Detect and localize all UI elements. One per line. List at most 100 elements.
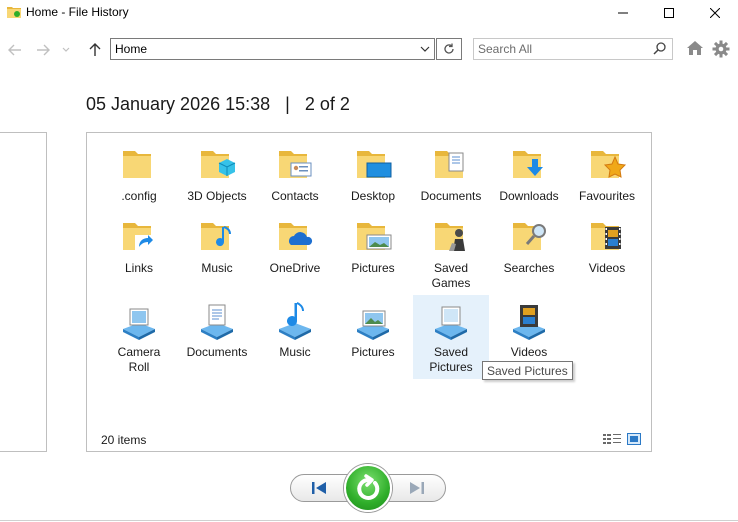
details-view-icon[interactable] <box>603 433 621 445</box>
snapshot-content-panel: .config 3D Objects Contacts Desktop Document… <box>86 132 652 452</box>
grid-item-label: Desktop <box>335 189 411 204</box>
up-button[interactable] <box>86 40 104 60</box>
grid-item-label: Links <box>101 261 177 276</box>
grid-item-label: Videos <box>569 261 645 276</box>
desktop-folder-icon <box>353 143 393 187</box>
settings-button[interactable] <box>712 40 730 61</box>
grid-item-label: Downloads <box>491 189 567 204</box>
grid-item[interactable]: Links <box>101 215 177 276</box>
view-switcher <box>603 433 641 445</box>
item-count: 20 items <box>101 433 147 447</box>
search-input[interactable] <box>478 41 648 57</box>
music-folder-icon <box>197 215 237 259</box>
minimize-button[interactable] <box>600 0 646 26</box>
searches-folder-icon <box>509 215 549 259</box>
grid-item-label-line: Saved <box>433 261 469 275</box>
pictures-folder-icon <box>353 215 393 259</box>
grid-item[interactable]: Music <box>179 215 255 276</box>
music-library-icon <box>275 299 315 343</box>
snapshot-date: 05 January 2026 15:38 <box>86 94 271 114</box>
grid-item-label: Searches <box>491 261 567 276</box>
grid-item-label-line: Desktop <box>350 189 396 203</box>
next-version-button[interactable] <box>402 478 432 498</box>
next-version-icon <box>410 482 424 494</box>
contacts-folder-icon <box>275 143 315 187</box>
documents-folder-icon <box>431 143 471 187</box>
grid-item-label: .config <box>101 189 177 204</box>
window-title: Home - File History <box>26 5 129 19</box>
back-arrow-icon <box>8 44 21 56</box>
large-icons-view-icon[interactable] <box>627 433 641 445</box>
grid-item-label: Music <box>179 261 255 276</box>
refresh-icon <box>444 43 454 54</box>
links-folder-icon <box>119 215 159 259</box>
grid-item-label: Pictures <box>335 261 411 276</box>
file-history-app-icon <box>7 7 21 18</box>
grid-item-label: Camera Roll <box>101 345 177 375</box>
grid-item[interactable]: Pictures <box>335 295 411 360</box>
restore-icon <box>357 474 380 500</box>
grid-item-label: Videos <box>491 345 567 360</box>
grid-item[interactable]: Saved Pictures <box>413 295 489 379</box>
previous-snapshot-panel[interactable] <box>0 132 47 452</box>
home-button[interactable] <box>686 40 704 59</box>
grid-item-label-line: Links <box>124 261 153 275</box>
saved-pictures-library-icon <box>431 299 471 343</box>
grid-item[interactable]: Videos <box>569 215 645 276</box>
search-icon <box>653 42 666 55</box>
address-dropdown-button[interactable] <box>416 39 434 59</box>
maximize-button[interactable] <box>646 0 692 26</box>
header-separator: | <box>285 94 290 114</box>
saved-games-folder-icon <box>431 215 471 259</box>
grid-item-label: OneDrive <box>257 261 333 276</box>
title-bar: Home - File History <box>0 0 738 26</box>
grid-item-label-line: Roll <box>128 360 150 374</box>
close-button[interactable] <box>692 0 738 26</box>
grid-item-label-line: Music <box>279 345 311 359</box>
grid-item[interactable]: Desktop <box>335 143 411 204</box>
playback-controls <box>290 464 446 516</box>
3d-objects-folder-icon <box>197 143 237 187</box>
documents-library-icon <box>197 299 237 343</box>
downloads-folder-icon <box>509 143 549 187</box>
search-box[interactable] <box>473 38 673 60</box>
grid-item[interactable]: Videos <box>491 295 567 360</box>
grid-item[interactable]: Pictures <box>335 215 411 276</box>
refresh-button[interactable] <box>436 38 462 60</box>
grid-item-label-line: Contacts <box>271 189 319 203</box>
navigation-bar: Home <box>0 36 738 64</box>
grid-item[interactable]: .config <box>101 143 177 204</box>
grid-item-label-line: Saved <box>433 345 469 359</box>
grid-item[interactable]: Downloads <box>491 143 567 204</box>
grid-item[interactable]: 3D Objects <box>179 143 255 204</box>
grid-item[interactable]: Camera Roll <box>101 295 177 375</box>
grid-item-label: Documents <box>413 189 489 204</box>
grid-item-label: Pictures <box>335 345 411 360</box>
grid-item-label: Saved Games <box>413 261 489 291</box>
grid-item[interactable]: Searches <box>491 215 567 276</box>
forward-button[interactable] <box>34 40 52 60</box>
previous-version-button[interactable] <box>304 478 334 498</box>
grid-item[interactable]: OneDrive <box>257 215 333 276</box>
grid-item[interactable]: Documents <box>179 295 255 360</box>
camera-roll-library-icon <box>119 299 159 343</box>
back-button[interactable] <box>6 40 24 60</box>
grid-item[interactable]: Music <box>257 295 333 360</box>
grid-item[interactable]: Saved Games <box>413 215 489 291</box>
address-bar[interactable]: Home <box>110 38 435 60</box>
grid-item-label-line: Pictures <box>351 261 395 275</box>
grid-item-label: Favourites <box>569 189 645 204</box>
recent-locations-button[interactable] <box>60 40 72 60</box>
grid-item-label-line: Videos <box>510 345 548 359</box>
videos-library-icon <box>509 299 549 343</box>
grid-item-label: Documents <box>179 345 255 360</box>
onedrive-folder-icon <box>275 215 315 259</box>
grid-item[interactable]: Favourites <box>569 143 645 204</box>
grid-item[interactable]: Documents <box>413 143 489 204</box>
up-arrow-icon <box>89 43 101 56</box>
grid-item-label-line: Searches <box>503 261 555 275</box>
previous-version-icon <box>312 482 326 494</box>
grid-item[interactable]: Contacts <box>257 143 333 204</box>
gear-icon <box>712 40 730 58</box>
restore-button[interactable] <box>344 464 392 512</box>
